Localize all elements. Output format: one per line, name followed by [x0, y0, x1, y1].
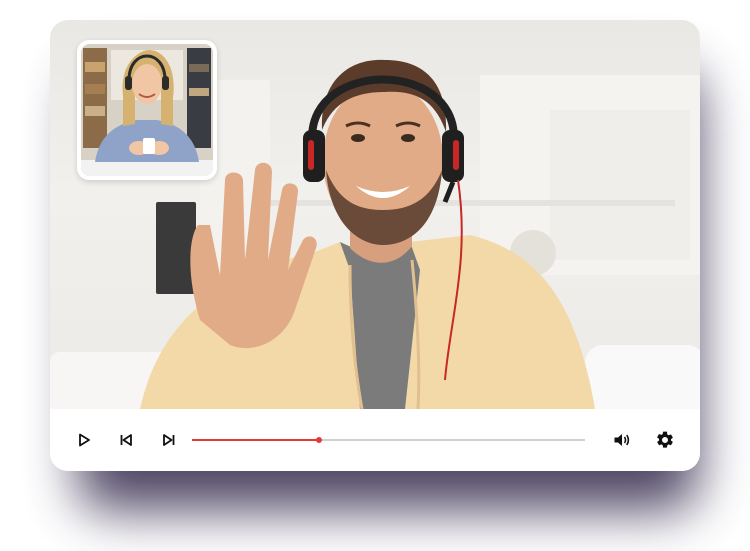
- player-controls: [50, 409, 700, 471]
- skip-next-icon: [163, 434, 175, 446]
- progress-fill: [192, 439, 320, 441]
- previous-button[interactable]: [113, 427, 139, 453]
- volume-button[interactable]: [609, 427, 635, 453]
- skip-previous-icon: [120, 434, 132, 446]
- settings-button[interactable]: [652, 427, 678, 453]
- next-button[interactable]: [156, 427, 182, 453]
- pip-participant: [81, 44, 213, 176]
- progress-bar[interactable]: [192, 437, 585, 443]
- play-icon: [79, 433, 90, 447]
- gear-icon: [657, 431, 673, 448]
- pip-participant-image: [81, 44, 213, 176]
- video-call-player: [50, 20, 700, 471]
- play-button[interactable]: [71, 427, 97, 453]
- progress-handle[interactable]: [316, 437, 323, 443]
- pip-video[interactable]: [77, 40, 217, 180]
- volume-icon: [614, 434, 630, 446]
